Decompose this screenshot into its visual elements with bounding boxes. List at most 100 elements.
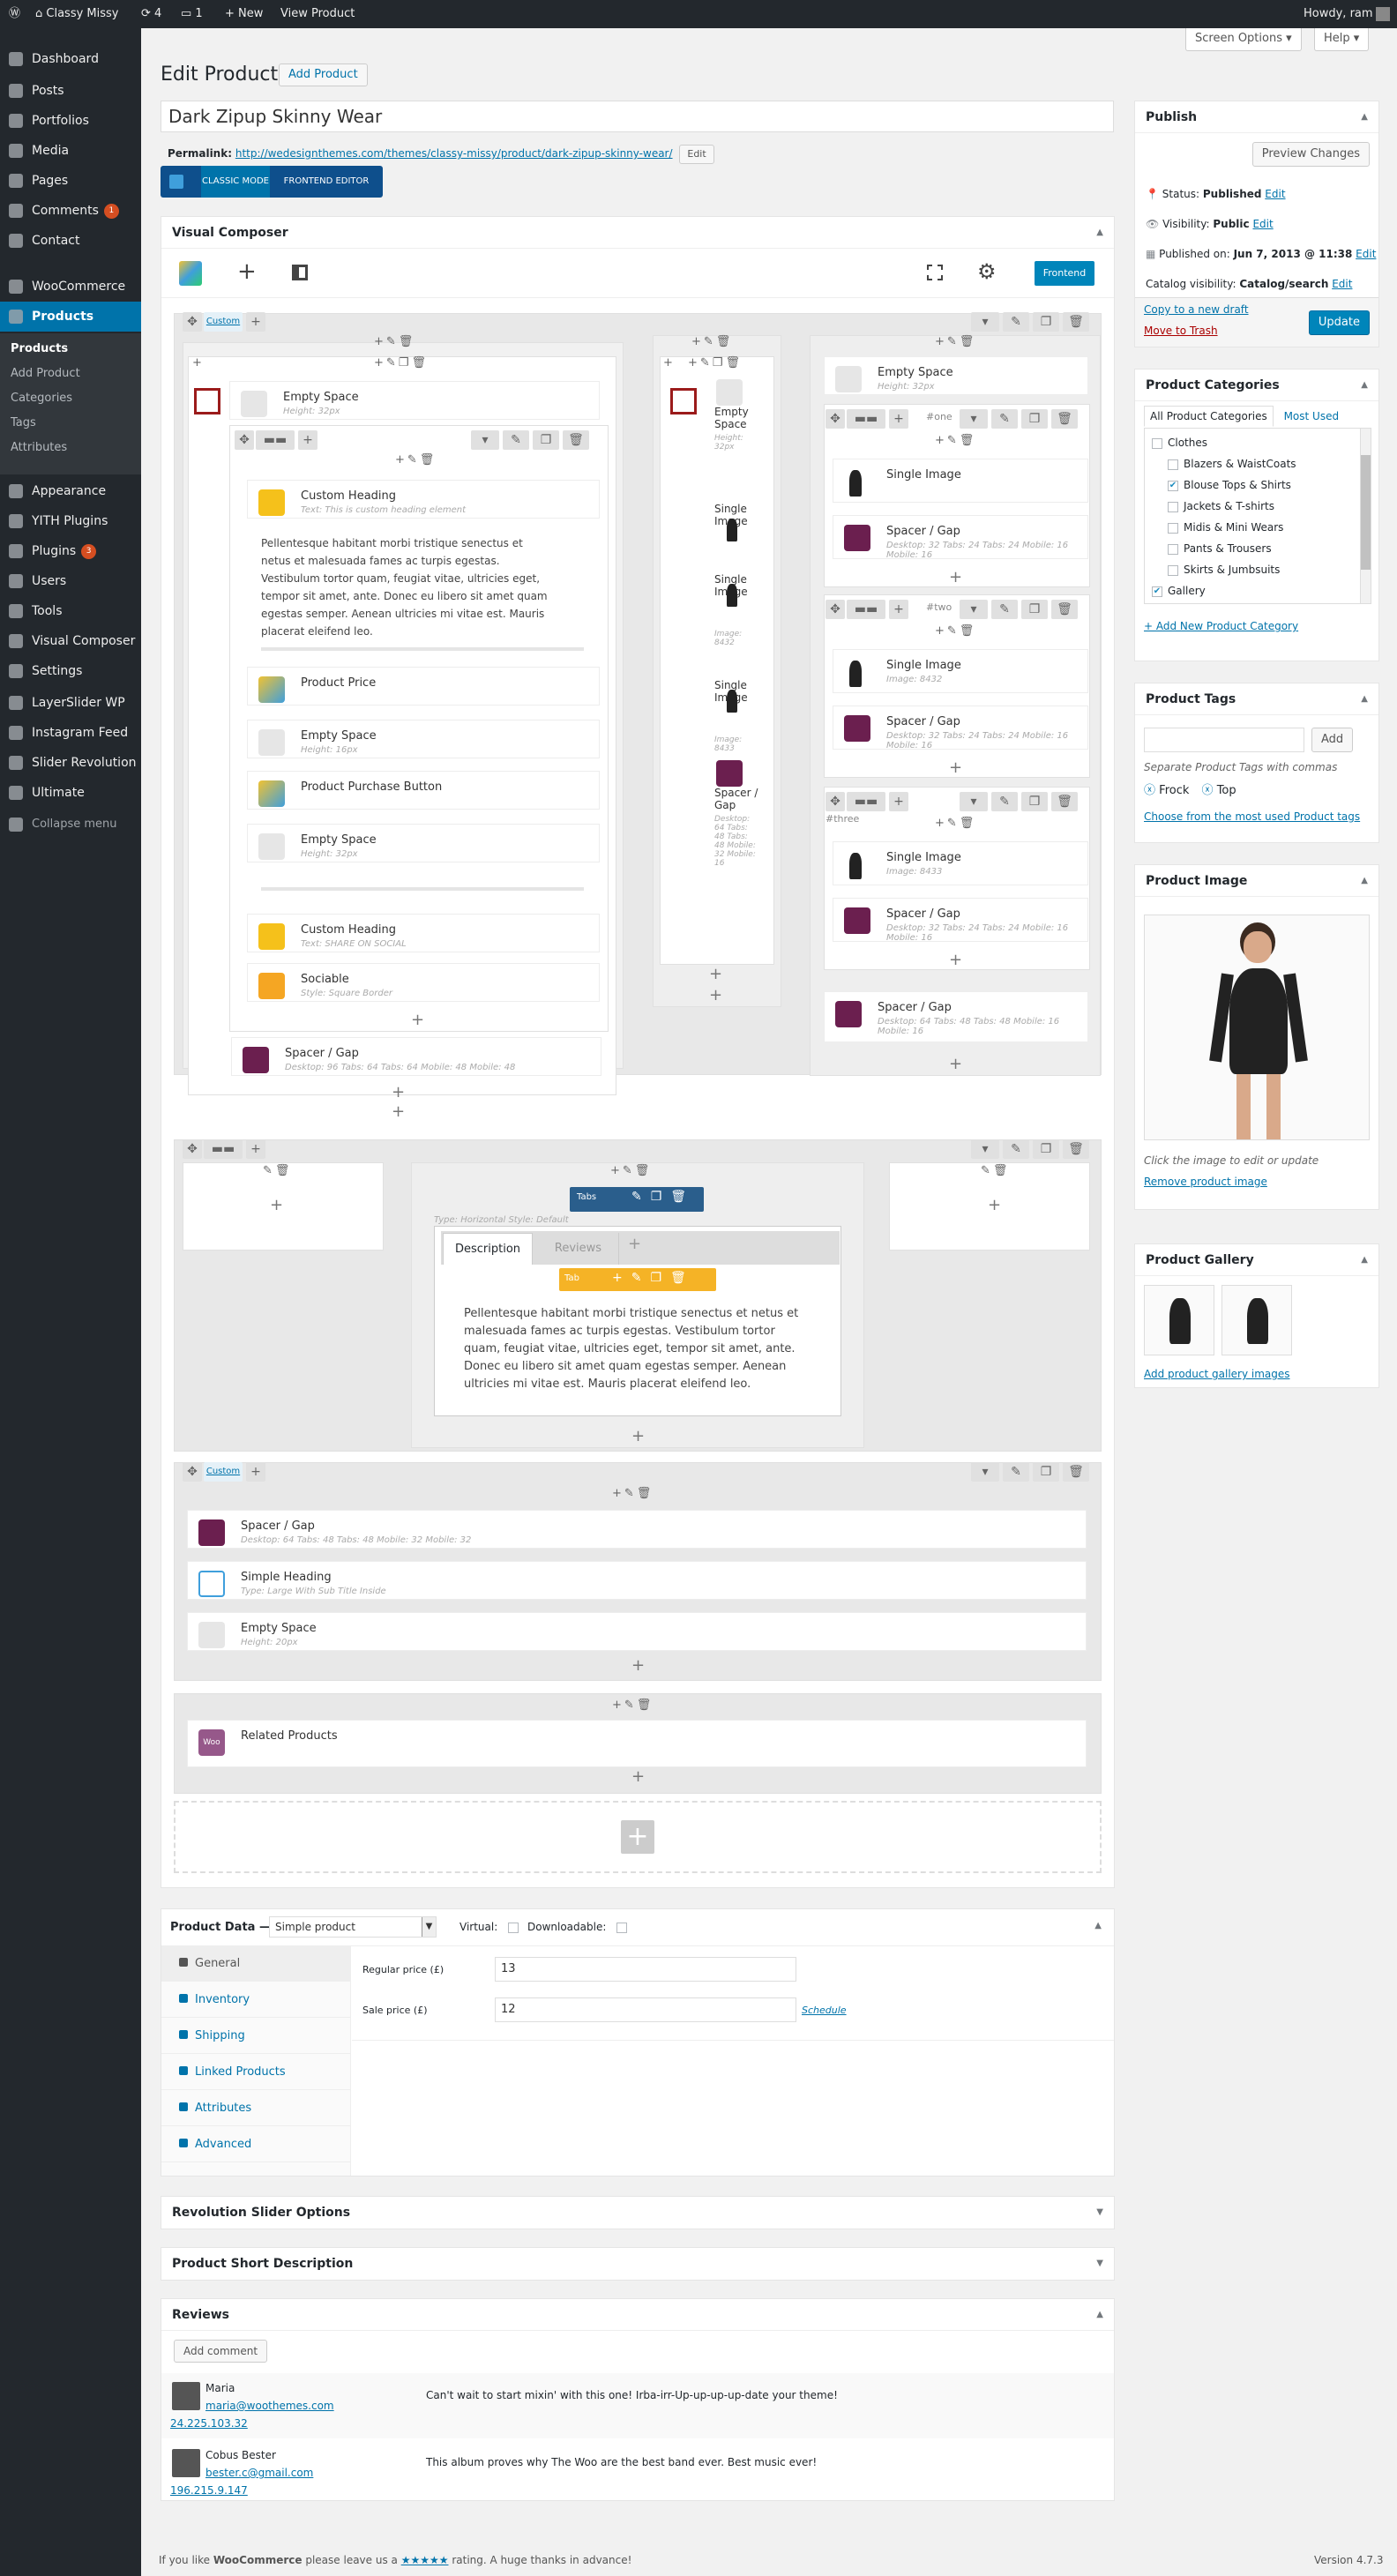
update-button[interactable]: Update [1308, 310, 1370, 335]
downloadable-checkbox[interactable] [616, 1922, 628, 1933]
collapse-toggle-icon[interactable]: ▲ [1361, 370, 1368, 401]
add-category-link[interactable]: + Add New Product Category [1144, 620, 1298, 632]
product-type-select[interactable]: Simple product ▼ [269, 1916, 437, 1938]
row-toggle-icon[interactable]: ▾ [971, 1462, 999, 1482]
inner-add[interactable]: + [663, 356, 676, 370]
add-element-icon[interactable]: + [270, 1198, 283, 1213]
add-column-icon[interactable]: + [246, 312, 265, 332]
visibility-edit-link[interactable]: Edit [1252, 218, 1273, 230]
collapse-toggle-icon[interactable]: ▲ [1094, 1921, 1102, 1930]
frontend-editor-button[interactable]: FRONTEND EDITOR [275, 166, 377, 198]
menu-item-comments[interactable]: Comments 1 [0, 196, 141, 226]
add-element-icon[interactable]: + [392, 1104, 405, 1120]
tab-general[interactable]: General [161, 1946, 351, 1982]
row-clone-icon[interactable]: ❐ [1021, 600, 1048, 619]
frontend-button[interactable]: Frontend [1035, 261, 1094, 286]
tab-advanced[interactable]: Advanced [161, 2127, 351, 2162]
row-clone-icon[interactable]: ❐ [1021, 409, 1048, 429]
collapse-toggle-icon[interactable]: ▲ [1361, 101, 1368, 133]
category-scrollbar[interactable] [1360, 429, 1371, 603]
wordpress-logo-icon[interactable]: Ⓦ [9, 0, 20, 28]
expand-toggle-icon[interactable]: ▼ [1096, 2197, 1103, 2229]
row-layout-icon[interactable]: ▬▬ [256, 430, 295, 450]
inner-add[interactable]: + [192, 356, 205, 370]
menu-item-slider-revolution[interactable]: Slider Revolution [0, 748, 141, 778]
add-tag-button[interactable]: Add [1311, 728, 1354, 752]
add-column-icon[interactable]: + [889, 600, 908, 619]
row-clone-icon[interactable]: ❐ [1021, 792, 1048, 811]
menu-item-posts[interactable]: Posts [0, 76, 141, 106]
menu-item-dashboard[interactable]: Dashboard [0, 44, 141, 74]
add-tab-icon[interactable]: + [628, 1235, 641, 1253]
row-layout-icon[interactable]: ▬▬ [204, 1139, 243, 1159]
permalink-edit-button[interactable]: Edit [679, 145, 714, 164]
row-clone-icon[interactable]: ❐ [1033, 312, 1059, 332]
submenu-item[interactable]: Tags [0, 411, 141, 436]
add-element-icon[interactable]: + [631, 1658, 645, 1674]
new-link[interactable]: + New [225, 0, 263, 28]
menu-item-contact[interactable]: Contact [0, 226, 141, 256]
gallery-thumb-1[interactable] [1144, 1285, 1214, 1355]
move-to-trash-link[interactable]: Move to Trash [1144, 325, 1218, 337]
menu-item-instagram-feed[interactable]: Instagram Feed [0, 718, 141, 748]
menu-item-settings[interactable]: Settings [0, 656, 141, 686]
add-comment-button[interactable]: Add comment [174, 2340, 268, 2363]
collapse-toggle-icon[interactable]: ▲ [1096, 2299, 1103, 2331]
product-image[interactable] [1144, 915, 1370, 1140]
row-edit-icon[interactable]: ✎ [503, 430, 529, 450]
row-toggle-icon[interactable]: ▾ [960, 792, 988, 811]
tab-all-categories[interactable]: All Product Categories [1144, 406, 1274, 427]
menu-item-media[interactable]: Media [0, 136, 141, 166]
column-controls[interactable]: +✎🗑 [691, 335, 733, 348]
row-edit-icon[interactable]: ✎ [991, 792, 1018, 811]
menu-item-collapse-menu[interactable]: Collapse menu [0, 810, 141, 840]
tab-description[interactable]: Description [443, 1233, 533, 1265]
row-clone-icon[interactable]: ❐ [533, 430, 559, 450]
row-edit-icon[interactable]: ✎ [991, 409, 1018, 429]
status-edit-link[interactable]: Edit [1265, 188, 1285, 200]
remove-image-link[interactable]: Remove product image [1144, 1176, 1267, 1188]
add-element-icon[interactable]: + [949, 760, 962, 776]
fullscreen-icon[interactable] [927, 265, 943, 280]
virtual-checkbox[interactable] [508, 1922, 519, 1933]
add-element-icon[interactable]: + [709, 988, 722, 1004]
add-element-icon[interactable]: + [411, 1012, 424, 1028]
collapse-toggle-icon[interactable]: ▲ [1361, 1244, 1368, 1276]
menu-item-woocommerce[interactable]: WooCommerce [0, 272, 141, 302]
classic-mode-button[interactable]: CLASSIC MODE [201, 166, 270, 198]
site-name-link[interactable]: ⌂ Classy Missy [35, 0, 119, 28]
expand-toggle-icon[interactable]: ▼ [1096, 2248, 1103, 2280]
reviewer-email[interactable]: bester.c@gmail.com [205, 2467, 313, 2479]
row-layout-custom[interactable]: Custom [204, 1462, 243, 1482]
avatar[interactable] [1376, 7, 1390, 21]
row-edit-icon[interactable]: ✎ [1003, 1462, 1029, 1482]
column-controls[interactable]: +✎🗑 [935, 335, 976, 348]
row-move-icon[interactable]: ✥ [235, 430, 254, 450]
menu-item-products[interactable]: Products [0, 302, 141, 332]
nested-controls[interactable]: +✎🗑 [935, 434, 976, 447]
category-checkbox[interactable] [1168, 522, 1178, 534]
collapse-toggle-icon[interactable]: ▲ [1361, 683, 1368, 715]
row-move-icon[interactable]: ✥ [183, 1462, 202, 1482]
nested-controls[interactable]: +✎🗑 [395, 453, 437, 467]
row-move-icon[interactable]: ✥ [826, 600, 845, 619]
add-element-icon[interactable]: + [988, 1198, 1001, 1213]
add-column-icon[interactable]: + [246, 1139, 265, 1159]
regular-price-input[interactable]: 13 [495, 1957, 796, 1982]
row-edit-icon[interactable]: ✎ [991, 600, 1018, 619]
add-column-icon[interactable]: + [298, 430, 318, 450]
copy-draft-link[interactable]: Copy to a new draft [1144, 303, 1249, 316]
row-toggle-icon[interactable]: ▾ [960, 409, 988, 429]
menu-item-users[interactable]: Users [0, 566, 141, 596]
tab-inventory[interactable]: Inventory [161, 1982, 351, 2018]
category-checkbox[interactable] [1168, 543, 1178, 555]
row-delete-icon[interactable]: 🗑 [1051, 600, 1078, 619]
category-checkbox[interactable] [1152, 437, 1162, 449]
add-element-icon[interactable]: + [949, 952, 962, 968]
row-toggle-icon[interactable]: ▾ [960, 600, 988, 619]
submenu-item[interactable]: Categories [0, 386, 141, 411]
tabs-control-icons[interactable]: ✎❐🗑 [631, 1190, 695, 1204]
tag-input[interactable] [1144, 728, 1304, 752]
row-clone-icon[interactable]: ❐ [1033, 1462, 1059, 1482]
column-controls[interactable]: +✎🗑 [612, 1699, 654, 1712]
